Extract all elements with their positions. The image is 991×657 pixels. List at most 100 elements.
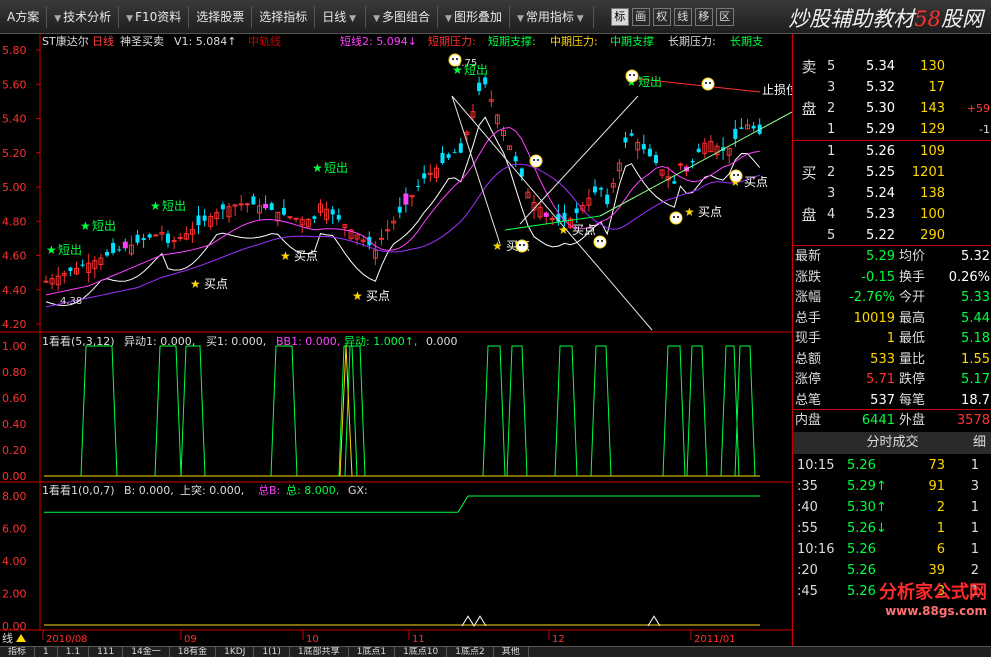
- buy-order-row[interactable]: 4 5.23 100: [793, 204, 991, 225]
- mode-weight-button[interactable]: 权: [652, 7, 671, 26]
- x-axis-label: 11: [412, 634, 425, 645]
- stat-value: 3578: [956, 413, 990, 428]
- face-eye: [673, 216, 675, 218]
- tick-row[interactable]: 10:16 5.26 6 1: [793, 539, 991, 560]
- mode-line-button[interactable]: 线: [673, 7, 692, 26]
- short-out-star-icon: ★: [150, 199, 161, 213]
- short-out-label: 短出: [638, 75, 662, 89]
- sell-order-row[interactable]: 5 5.34 130: [793, 56, 991, 77]
- stat-value: 5.44: [961, 310, 990, 326]
- ticks-header[interactable]: 分时成交 细: [793, 432, 991, 454]
- tick-row[interactable]: :55 5.26↓ 1 1: [793, 518, 991, 539]
- tick-count: 1: [970, 500, 979, 515]
- x-axis-label: 2011/01: [694, 634, 736, 645]
- mode-range-button[interactable]: 区: [715, 7, 734, 26]
- buy-star-icon: ★: [558, 223, 569, 237]
- order-level: 2: [827, 101, 836, 116]
- indicator-tab[interactable]: 111: [89, 647, 124, 657]
- candle-body: [281, 207, 286, 215]
- short-out-star-icon: ★: [46, 243, 57, 257]
- toolbar-select-stock[interactable]: 选择股票: [189, 5, 253, 28]
- sell-order-row[interactable]: 2 5.30 143 +59: [793, 98, 991, 119]
- order-price: 5.34: [866, 59, 895, 74]
- indicator-tab[interactable]: 指标: [0, 647, 36, 657]
- mode-move-button[interactable]: 移: [694, 7, 713, 26]
- candle-body: [440, 152, 445, 164]
- short-out-star-icon: ★: [80, 219, 91, 233]
- toolbar-period-label: 日线: [322, 9, 347, 24]
- stat-value: 5.32: [961, 249, 990, 264]
- buy-order-row[interactable]: 3 5.24 138: [793, 183, 991, 204]
- indicator-tab[interactable]: 1底点10: [395, 647, 448, 657]
- stat-row: 总额 533 量比 1.55: [793, 349, 991, 370]
- toolbar-overlay[interactable]: ▼ 图形叠加: [438, 5, 510, 28]
- tick-row[interactable]: :20 5.26 39 2: [793, 560, 991, 581]
- toolbar-select-indicator[interactable]: 选择指标: [252, 5, 316, 28]
- toolbar-multi-chart[interactable]: ▼ 多图组合: [366, 5, 439, 28]
- stat-value: 5.33: [961, 290, 990, 305]
- buy-order-row[interactable]: 1 5.26 109: [793, 141, 991, 162]
- watermark-bottom-text: 分析家公式网: [879, 582, 987, 603]
- mode-draw-button[interactable]: 画: [631, 7, 650, 26]
- header-period: 日线: [92, 34, 114, 48]
- stat-label: 总手: [795, 310, 822, 326]
- toolbar-period[interactable]: 日线 ▼: [315, 5, 367, 28]
- stat-label: 涨幅: [795, 290, 822, 305]
- stat-label: 内盘: [795, 413, 822, 428]
- stat-label: 涨停: [795, 372, 822, 387]
- ind1-y-tick: 0.20: [2, 444, 27, 457]
- indicator-tab[interactable]: 1底点1: [349, 647, 396, 657]
- order-level: 5: [827, 59, 836, 74]
- candle-body: [574, 208, 579, 214]
- stat-label: 总额: [795, 351, 822, 367]
- dropdown-icon: ▼: [445, 13, 452, 24]
- sell-order-row[interactable]: 3 5.32 17: [793, 77, 991, 98]
- buy-order-row[interactable]: 5 5.22 290: [793, 225, 991, 246]
- tick-time: 10:16: [797, 542, 835, 557]
- sell-order-row[interactable]: 1 5.29 129 -1: [793, 119, 991, 140]
- candle-body: [312, 216, 317, 219]
- x-axis-label: 09: [184, 634, 197, 645]
- candle-body: [733, 128, 738, 140]
- chart-svg[interactable]: ST康达尔 日线 神圣买卖 V1: 5.084↑ 中轨线 短线2: 5.094↓…: [0, 34, 792, 646]
- tick-time: 10:15: [797, 458, 835, 473]
- stat-value: 6441: [861, 413, 895, 428]
- ticks-detail-toggle[interactable]: 细: [973, 432, 986, 454]
- chart-area[interactable]: ST康达尔 日线 神圣买卖 V1: 5.084↑ 中轨线 短线2: 5.094↓…: [0, 34, 792, 646]
- tick-row[interactable]: 10:15 5.26 73 1: [793, 455, 991, 476]
- indicator-tab[interactable]: 1底点2: [447, 647, 494, 657]
- candle-body: [477, 82, 482, 92]
- indicator-tab[interactable]: 1: [35, 647, 58, 657]
- order-volume: 130: [920, 59, 945, 74]
- tick-row[interactable]: :35 5.29↑ 91 3: [793, 476, 991, 497]
- indicator-tab[interactable]: 1(1): [254, 647, 290, 657]
- indicator-tab[interactable]: 14金一: [123, 647, 170, 657]
- tick-price: 5.26↓: [847, 521, 887, 536]
- candle-body: [141, 237, 146, 241]
- buy-order-row[interactable]: 2 5.25 1201: [793, 162, 991, 183]
- ind2-field1: B: 0.000,: [124, 484, 174, 497]
- order-volume: 109: [920, 144, 945, 159]
- indicator-tab[interactable]: 1底部共享: [290, 647, 349, 657]
- indicator-tab[interactable]: 1KDJ: [216, 647, 255, 657]
- indicator-tab[interactable]: 18有金: [170, 647, 217, 657]
- indicator-tab[interactable]: 1.1: [58, 647, 90, 657]
- stat-row: 现手 1 最低 5.18: [793, 328, 991, 349]
- face-eye: [523, 244, 525, 246]
- tick-row[interactable]: :40 5.30↑ 2 1: [793, 497, 991, 518]
- stat-row: 涨幅 -2.76% 今开 5.33: [793, 287, 991, 308]
- toolbar-scheme-label: A方案: [7, 9, 40, 24]
- toolbar-f10[interactable]: ▼ F10资料: [119, 5, 190, 28]
- ind1-y-tick: 0.40: [2, 418, 27, 431]
- toolbar-tech-analysis-label: 技术分析: [63, 9, 112, 24]
- stat-label: 最新: [795, 249, 822, 264]
- indicator-tab[interactable]: 其他: [494, 647, 529, 657]
- toolbar-common-indicator[interactable]: ▼ 常用指标 ▼: [510, 5, 594, 28]
- ind2-field3: 总B:: [258, 483, 280, 497]
- mode-mark-button[interactable]: 标: [610, 7, 629, 26]
- buy-point-label: 买点: [698, 205, 722, 219]
- face-marker-icon: [669, 211, 683, 225]
- toolbar-scheme[interactable]: A方案: [0, 5, 48, 28]
- toolbar-tech-analysis[interactable]: ▼ 技术分析: [47, 5, 120, 28]
- candle-body: [105, 251, 109, 256]
